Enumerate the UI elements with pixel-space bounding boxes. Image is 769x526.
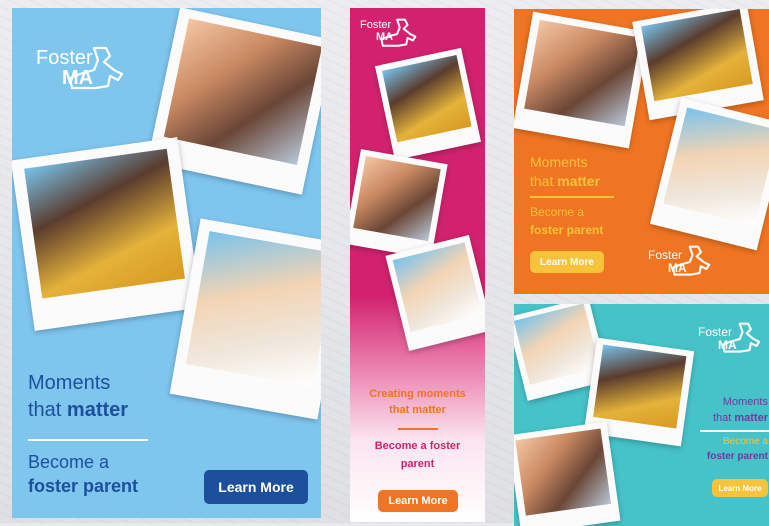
girl-raising-hand-photo	[392, 242, 483, 333]
headline-moments: Moments	[722, 396, 768, 408]
subhead-become-a-foster: Become a foster	[374, 440, 461, 452]
divider-line	[28, 439, 148, 441]
headline-that: that	[530, 173, 554, 189]
subhead-become-a: Become a	[722, 436, 768, 447]
banner-pink[interactable]: Foster MA Creating moments that matter B…	[350, 8, 485, 522]
divider-line	[530, 196, 614, 198]
photo-frame-girl	[385, 235, 485, 351]
thinking-boy-photo	[23, 148, 186, 299]
photo-frame-trio	[514, 11, 650, 149]
thinking-boy-photo	[592, 344, 687, 429]
subhead-become-a: Become a	[530, 205, 585, 219]
logo-ma-text: MA	[62, 67, 94, 89]
foster-ma-logo: Foster MA	[358, 16, 418, 52]
logo-foster-text: Foster	[648, 248, 683, 262]
foster-ma-logo: Foster MA	[698, 320, 762, 360]
headline-that-matter: that matter	[28, 399, 128, 422]
headline-moments: Moments	[530, 154, 588, 170]
subhead-parent: parent	[400, 458, 435, 470]
headline-that: that	[28, 399, 62, 421]
photo-frame-boy	[374, 47, 482, 161]
banner-teal[interactable]: Foster MA Moments that matter Become a f…	[514, 304, 769, 526]
divider-line	[700, 430, 769, 432]
subhead-foster-parent: foster parent	[706, 451, 768, 462]
learn-more-button[interactable]: Learn More	[204, 470, 308, 504]
subhead-foster-parent: foster parent	[28, 476, 139, 496]
logo-foster-text: Foster	[36, 47, 93, 69]
banner-blue[interactable]: Foster MA Moments that matter Become a f…	[12, 8, 321, 518]
logo-foster-text: Foster	[698, 325, 733, 339]
photo-frame-trio	[350, 149, 448, 259]
headline-matter: matter	[557, 173, 601, 189]
headline-that-matter: that matter	[389, 404, 446, 416]
banner-orange[interactable]: Moments that matter Become a foster pare…	[514, 9, 769, 294]
three-girls-photo	[353, 155, 441, 241]
learn-more-button[interactable]: Learn More	[530, 251, 604, 273]
logo-ma-text: MA	[376, 31, 394, 43]
headline-matter: matter	[66, 399, 129, 421]
learn-more-button[interactable]: Learn More	[712, 479, 768, 497]
learn-more-button[interactable]: Learn More	[378, 490, 458, 512]
three-girls-photo	[524, 20, 640, 126]
three-girls-photo	[164, 18, 321, 165]
headline-creating-moments: Creating moments	[369, 388, 466, 400]
logo-ma-text: MA	[668, 261, 687, 275]
headline-that-matter: that matter	[530, 173, 600, 189]
headline-matter: matter	[734, 412, 768, 424]
headline-moments: Moments	[28, 372, 111, 394]
divider-line	[398, 428, 438, 430]
thinking-boy-photo	[382, 54, 472, 142]
thinking-boy-photo	[641, 9, 753, 102]
headline-that-matter: that matter	[713, 412, 768, 424]
logo-ma-text: MA	[718, 338, 737, 352]
girl-raising-hand-photo	[663, 107, 769, 226]
headline-that: that	[712, 412, 732, 424]
girl-raising-hand-photo	[185, 230, 321, 387]
photo-frame-girl	[649, 97, 769, 251]
subhead-become-a: Become a	[28, 452, 110, 472]
subhead-foster-parent: foster parent	[530, 223, 604, 237]
photo-frame-trio	[514, 421, 621, 526]
logo-foster-text: Foster	[360, 19, 392, 31]
three-girls-photo	[515, 428, 612, 516]
foster-ma-logo: Foster MA	[648, 243, 712, 283]
photo-frame-boy	[12, 137, 202, 331]
girl-raising-hand-photo	[514, 304, 600, 385]
foster-ma-logo: Foster MA	[34, 44, 134, 100]
